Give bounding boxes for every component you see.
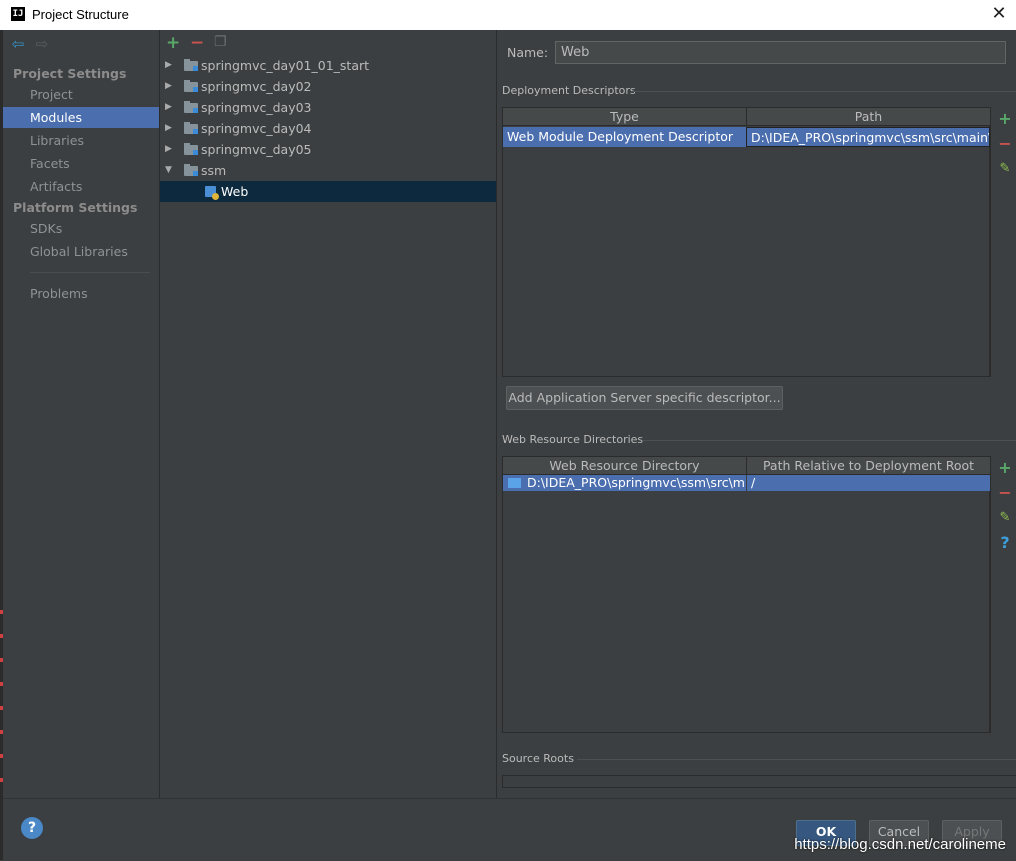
help-button[interactable]: ? — [21, 817, 43, 839]
remove-icon[interactable]: − — [190, 33, 204, 53]
settings-sidebar: ⇦ ⇨ Project Settings Project Modules Lib… — [3, 30, 160, 798]
window-title: Project Structure — [32, 7, 129, 22]
web-facet-icon — [205, 186, 219, 200]
remove-resource-icon[interactable]: − — [997, 485, 1013, 501]
sidebar-item-artifacts[interactable]: Artifacts — [3, 176, 159, 197]
tree-item[interactable]: ▶ springmvc_day05 — [160, 139, 496, 160]
deployment-descriptors-table: Type Path Web Module Deployment Descript… — [502, 107, 991, 377]
add-descriptor-icon[interactable]: + — [997, 111, 1013, 127]
group-divider — [642, 440, 1016, 441]
web-resource-table-toolbar: + − ✎ ? — [990, 456, 1016, 733]
tree-item-label: Web — [221, 184, 249, 199]
expand-arrow-icon[interactable]: ▶ — [165, 139, 172, 160]
module-folder-icon — [184, 101, 198, 113]
deployment-table-toolbar: + − ✎ — [990, 107, 1016, 377]
expand-arrow-icon[interactable]: ▶ — [165, 97, 172, 118]
tree-item[interactable]: ▶ springmvc_day02 — [160, 76, 496, 97]
forward-arrow-icon[interactable]: ⇨ — [34, 36, 50, 52]
module-folder-icon — [184, 59, 198, 71]
tree-item[interactable]: ▶ springmvc_day03 — [160, 97, 496, 118]
help-icon[interactable]: ? — [997, 535, 1013, 551]
name-label: Name: — [507, 45, 549, 60]
sidebar-item-libraries[interactable]: Libraries — [3, 130, 159, 151]
sidebar-item-problems[interactable]: Problems — [3, 283, 159, 304]
platform-settings-header: Platform Settings — [13, 200, 138, 215]
tree-item[interactable]: ▶ springmvc_day01_01_start — [160, 55, 496, 76]
remove-descriptor-icon[interactable]: − — [997, 136, 1013, 152]
group-divider — [631, 91, 1016, 92]
sidebar-item-project[interactable]: Project — [3, 84, 159, 105]
add-server-descriptor-button[interactable]: Add Application Server specific descript… — [506, 386, 783, 410]
table-row-relative-cell[interactable]: / — [747, 475, 990, 491]
title-bar: IJ Project Structure ✕ — [0, 0, 1016, 30]
source-roots-list[interactable] — [502, 775, 1016, 788]
deployment-descriptors-title: Deployment Descriptors — [502, 84, 636, 97]
group-divider — [577, 759, 1016, 760]
tree-item-label: springmvc_day01_01_start — [201, 58, 370, 73]
tree-item-label: springmvc_day03 — [201, 100, 312, 115]
module-folder-icon — [184, 164, 198, 176]
table-row-path-cell[interactable]: D:\IDEA_PRO\springmvc\ssm\src\main\we — [746, 127, 990, 147]
facet-editor-panel: Name: Web Deployment Descriptors Type Pa… — [497, 30, 1016, 798]
project-settings-header: Project Settings — [13, 66, 127, 81]
module-folder-icon — [184, 80, 198, 92]
module-folder-icon — [184, 122, 198, 134]
web-resource-directories-title: Web Resource Directories — [502, 433, 644, 446]
sidebar-item-sdks[interactable]: SDKs — [3, 218, 159, 239]
expand-arrow-icon[interactable]: ▶ — [165, 55, 172, 76]
module-folder-icon — [184, 143, 198, 155]
tree-item-label: springmvc_day04 — [201, 121, 312, 136]
table-row-dir-cell[interactable]: D:\IDEA_PRO\springmvc\ssm\src\m... — [503, 475, 746, 491]
tree-item-web-facet[interactable]: Web — [160, 181, 496, 202]
tree-item-label: springmvc_day05 — [201, 142, 312, 157]
folder-icon — [508, 478, 521, 488]
add-resource-icon[interactable]: + — [997, 460, 1013, 476]
expand-arrow-icon[interactable]: ▶ — [165, 76, 172, 97]
expand-arrow-icon[interactable]: ▶ — [165, 118, 172, 139]
tree-item[interactable]: ▶ springmvc_day04 — [160, 118, 496, 139]
sidebar-divider — [30, 272, 150, 273]
column-header-path[interactable]: Path — [747, 108, 991, 126]
web-resource-table: Web Resource Directory Path Relative to … — [502, 456, 991, 733]
dialog-footer: ? OK Cancel Apply https://blog.csdn.net/… — [3, 798, 1016, 861]
copy-icon[interactable]: ❐ — [214, 34, 227, 50]
tree-item-label: springmvc_day02 — [201, 79, 312, 94]
column-header-relative-path[interactable]: Path Relative to Deployment Root — [747, 457, 991, 475]
column-header-web-resource-directory[interactable]: Web Resource Directory — [503, 457, 747, 475]
sidebar-item-facets[interactable]: Facets — [3, 153, 159, 174]
collapse-arrow-icon[interactable]: ▼ — [165, 160, 172, 181]
back-arrow-icon[interactable]: ⇦ — [10, 36, 26, 52]
tree-item[interactable]: ▼ ssm — [160, 160, 496, 181]
watermark-text: https://blog.csdn.net/carolineme — [794, 836, 1006, 853]
tree-item-label: ssm — [201, 163, 227, 178]
close-icon[interactable]: ✕ — [990, 5, 1008, 23]
sidebar-item-modules[interactable]: Modules — [3, 107, 159, 128]
intellij-app-icon: IJ — [11, 7, 25, 21]
column-header-type[interactable]: Type — [503, 108, 747, 126]
name-input[interactable]: Web — [555, 41, 1006, 64]
add-icon[interactable]: + — [166, 33, 180, 53]
sidebar-item-global-libraries[interactable]: Global Libraries — [3, 241, 159, 262]
module-tree-panel: + − ❐ ▶ springmvc_day01_01_start ▶ sprin… — [160, 30, 497, 798]
table-row-type-cell[interactable]: Web Module Deployment Descriptor — [503, 127, 746, 147]
edit-descriptor-icon[interactable]: ✎ — [997, 161, 1013, 177]
source-roots-title: Source Roots — [502, 752, 574, 765]
edit-resource-icon[interactable]: ✎ — [997, 510, 1013, 526]
